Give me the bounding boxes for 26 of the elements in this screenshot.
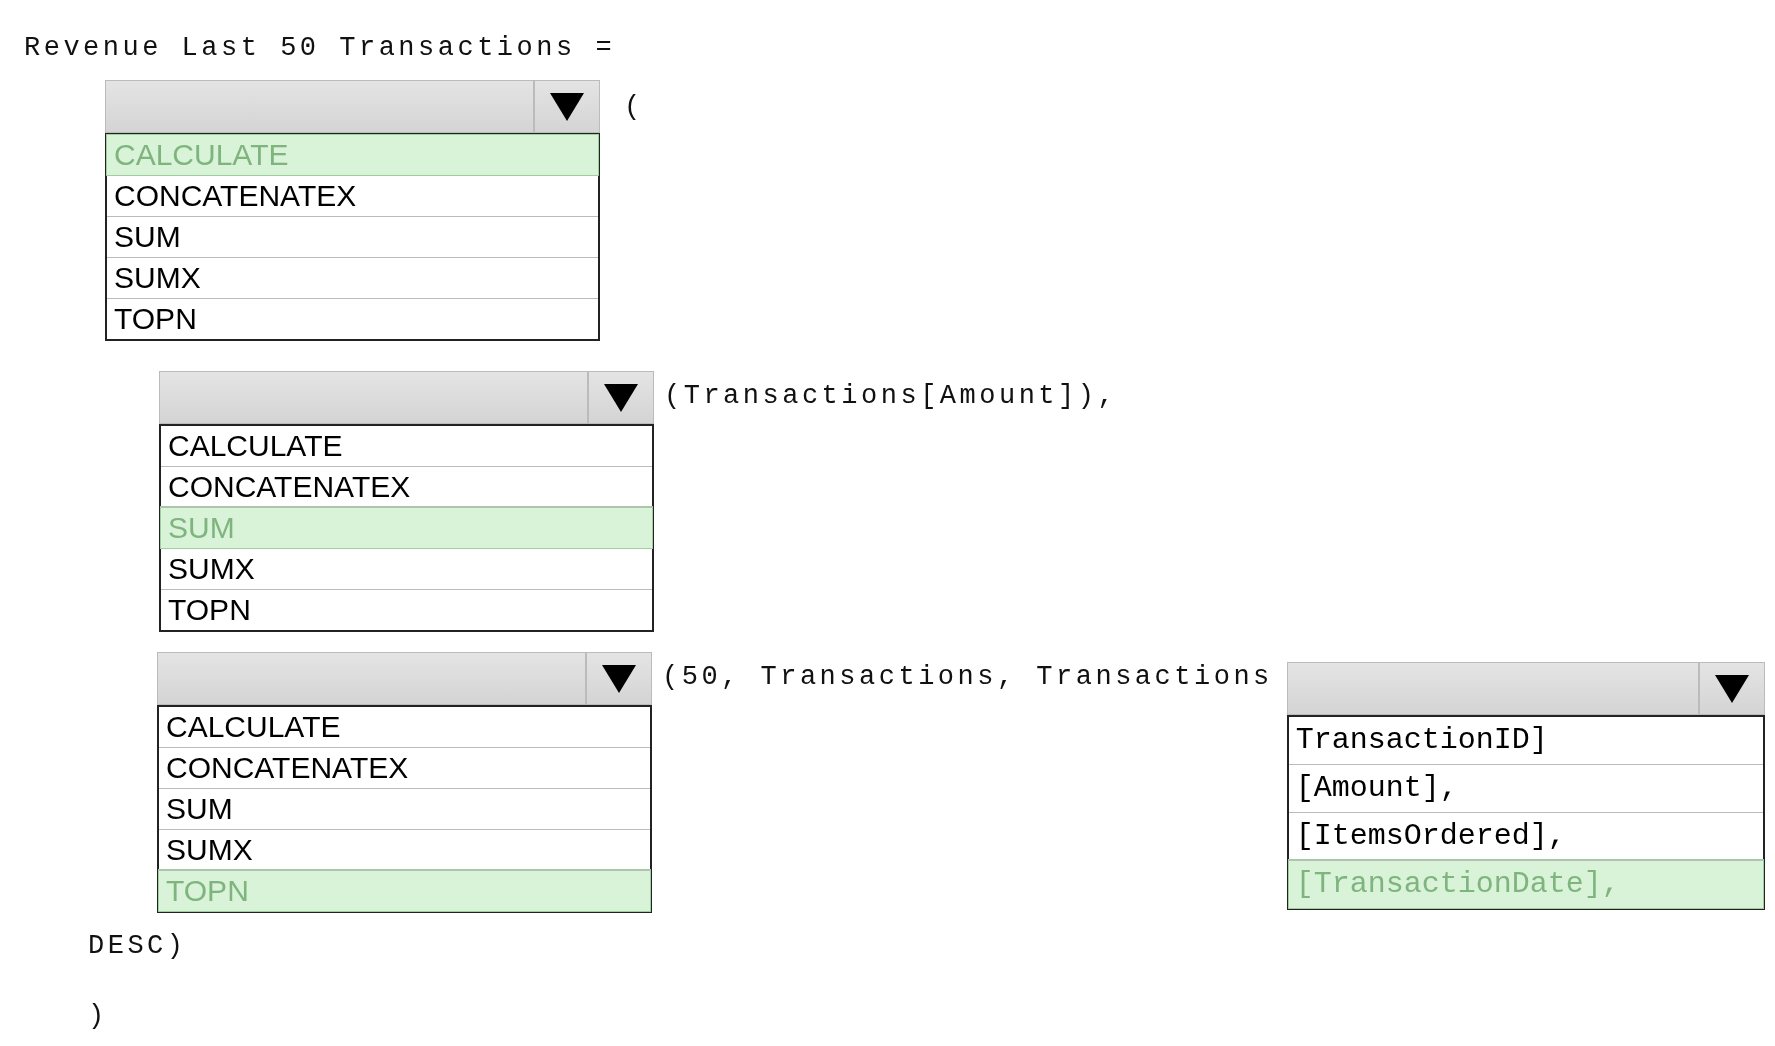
dropdown-option[interactable]: CONCATENATEX [107,175,598,216]
dropdown-option[interactable]: SUMX [107,257,598,298]
dropdown-option[interactable]: TOPN [107,298,598,339]
formula-text: (Transactions[Amount]), [664,381,1118,411]
dropdown-option[interactable]: SUM [107,216,598,257]
dropdown-option[interactable]: CALCULATE [161,426,652,466]
dropdown-option[interactable]: CALCULATE [159,707,650,747]
dropdown-option[interactable]: TransactionID] [1288,717,1763,764]
dropdown-option[interactable]: [Amount], [1288,764,1763,812]
formula-text: Revenue Last 50 Transactions = [24,32,616,65]
formula-text: DESC) [88,931,187,961]
formula-text: (50, Transactions, Transactions [662,662,1273,692]
dropdown-field[interactable] [159,371,654,424]
dropdown-option[interactable]: TOPN [161,589,652,630]
dropdown-option[interactable]: CONCATENATEX [159,747,650,788]
dropdown-option[interactable]: SUMX [161,548,652,589]
formula-text: ) [88,1001,108,1031]
caret-icon [1714,674,1749,703]
formula-text: ( [624,92,644,122]
dropdown-field[interactable] [157,652,652,705]
dropdown-field[interactable] [1286,662,1765,715]
caret-icon [550,92,584,121]
caret-icon [602,664,636,693]
dropdown-field[interactable] [105,80,600,133]
caret-icon [604,383,638,412]
dropdown-option[interactable]: SUM [159,788,650,829]
